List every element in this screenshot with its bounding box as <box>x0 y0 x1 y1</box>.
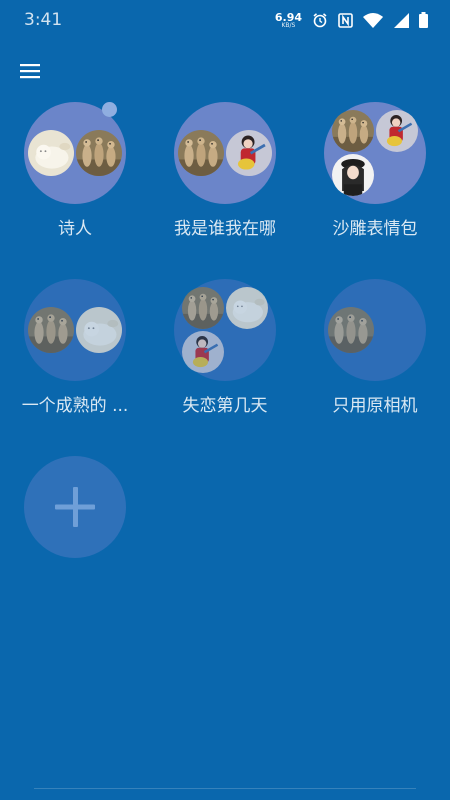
avatar-meerkats <box>28 307 74 353</box>
group-bubble[interactable] <box>24 279 126 381</box>
avatar-meerkats <box>182 287 224 329</box>
group-bubble[interactable] <box>324 102 426 204</box>
avatar-white-cat <box>28 130 74 176</box>
network-speed: 6.94 KB/S <box>275 12 302 29</box>
avatar-meerkats <box>328 307 374 353</box>
menu-button[interactable] <box>18 60 44 82</box>
status-bar: 3:41 6.94 KB/S <box>0 0 450 40</box>
avatar-guitar-girl <box>182 331 224 373</box>
group-item[interactable]: 一个成熟的 ... <box>0 279 150 449</box>
group-bubble[interactable] <box>174 102 276 204</box>
avatar-meerkats <box>76 130 122 176</box>
group-item[interactable]: 沙雕表情包 <box>300 102 450 272</box>
unread-dot <box>102 102 117 117</box>
signal-icon <box>394 13 409 28</box>
group-item[interactable]: 诗人 <box>0 102 150 272</box>
group-label: 我是谁我在哪 <box>174 219 276 239</box>
group-item[interactable]: 我是谁我在哪 <box>150 102 300 272</box>
network-speed-value: 6.94 <box>274 10 302 24</box>
add-group-button[interactable] <box>24 456 126 558</box>
hamburger-menu-icon <box>20 64 40 79</box>
group-bubble[interactable] <box>24 102 126 204</box>
avatar-guitar-girl <box>376 110 418 152</box>
group-item[interactable]: 只用原相机 <box>300 279 450 449</box>
group-label: 沙雕表情包 <box>332 219 418 239</box>
bottom-divider <box>34 788 416 789</box>
group-label: 只用原相机 <box>332 396 418 416</box>
avatar-girl-with-hat <box>332 154 374 196</box>
avatar-white-cat <box>76 307 122 353</box>
plus-icon <box>55 487 95 527</box>
group-bubble[interactable] <box>324 279 426 381</box>
group-label: 诗人 <box>58 219 92 239</box>
group-item[interactable]: 失恋第几天 <box>150 279 300 449</box>
group-label: 失恋第几天 <box>182 396 268 416</box>
nfc-icon <box>338 12 353 28</box>
battery-icon <box>419 12 428 28</box>
status-icons: 6.94 KB/S <box>275 8 428 32</box>
avatar-meerkats <box>332 110 374 152</box>
network-speed-unit: KB/S <box>281 21 296 29</box>
alarm-icon <box>313 13 327 28</box>
avatar-meerkats <box>178 130 224 176</box>
group-bubble[interactable] <box>174 279 276 381</box>
avatar-guitar-girl <box>226 130 272 176</box>
wifi-icon <box>363 13 383 28</box>
status-time: 3:41 <box>24 10 63 30</box>
group-label: 一个成熟的 ... <box>21 396 129 416</box>
avatar-white-cat <box>226 287 268 329</box>
